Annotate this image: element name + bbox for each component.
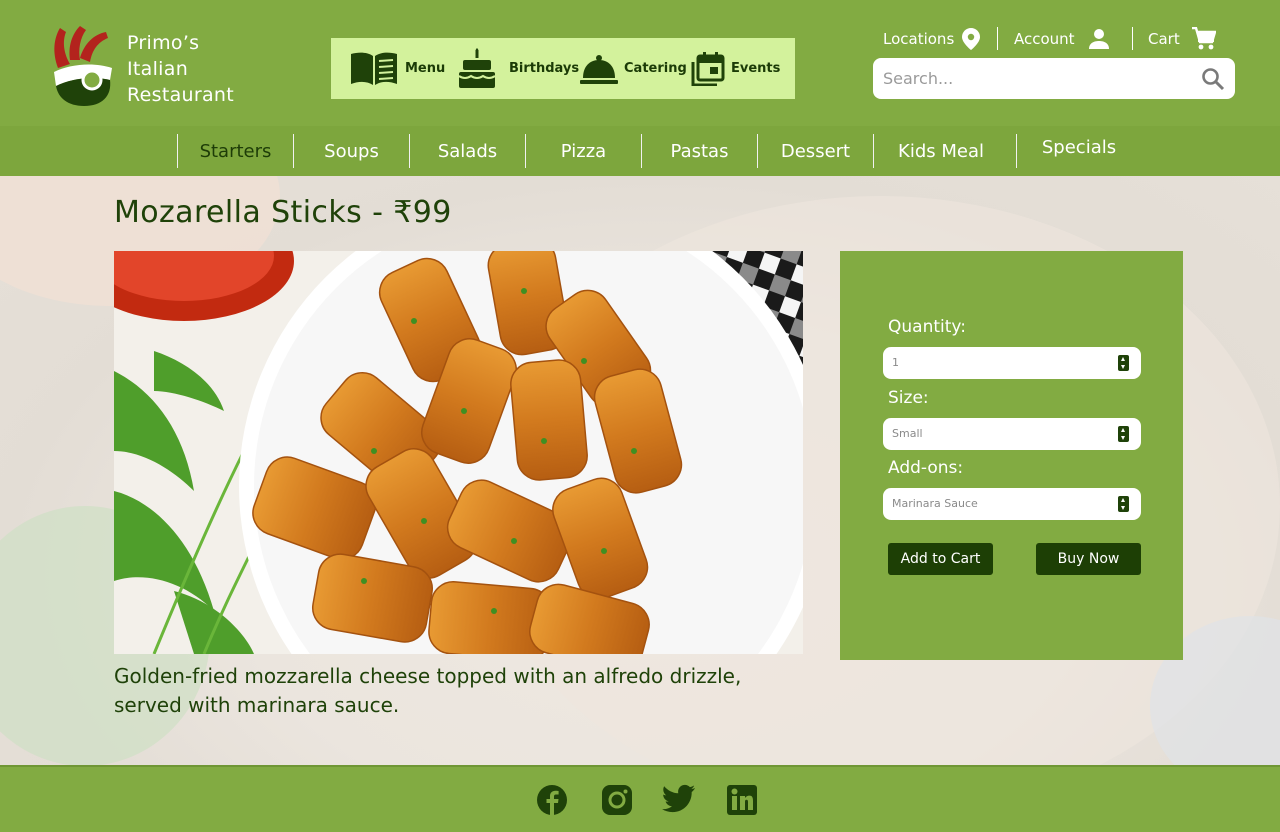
product-photo xyxy=(114,251,803,654)
user-icon xyxy=(1088,29,1109,49)
size-value: Small xyxy=(892,427,923,440)
toplinks-divider xyxy=(1132,27,1133,50)
cart-icon xyxy=(1191,27,1216,50)
category-nav: Starters Soups Salads Pizza Pastas Desse… xyxy=(0,126,1280,176)
category-dessert[interactable]: Dessert xyxy=(758,134,873,168)
quicknav-catering[interactable]: Catering xyxy=(580,38,687,99)
category-salads[interactable]: Salads xyxy=(410,134,525,168)
account-label: Account xyxy=(1014,30,1075,48)
quicknav-events-label: Events xyxy=(731,61,781,76)
twitter-icon[interactable] xyxy=(662,784,696,814)
quicknav-birthdays[interactable]: Birthdays xyxy=(457,38,579,99)
search-bar xyxy=(873,58,1235,99)
size-select[interactable]: Small xyxy=(883,418,1141,450)
locations-link[interactable]: Locations xyxy=(883,24,981,54)
addons-select[interactable]: Marinara Sauce xyxy=(883,488,1141,520)
restaurant-logo[interactable] xyxy=(50,24,116,110)
quicknav-menu[interactable]: Menu xyxy=(349,38,445,99)
category-pizza[interactable]: Pizza xyxy=(526,134,641,168)
site-footer xyxy=(0,765,1280,832)
toplinks-divider xyxy=(997,27,998,50)
brand-line-2: Italian xyxy=(127,58,189,80)
cart-link[interactable]: Cart xyxy=(1148,24,1216,54)
instagram-icon[interactable] xyxy=(601,784,633,816)
addons-spinner-icon[interactable] xyxy=(1118,496,1129,512)
facebook-icon[interactable] xyxy=(536,784,568,816)
product-title: Mozarella Sticks - ₹99 xyxy=(114,195,452,230)
category-specials[interactable]: Specials xyxy=(1017,130,1141,164)
site-header: Primo’s Italian Restaurant Menu Birthday… xyxy=(0,0,1280,126)
size-spinner-icon[interactable] xyxy=(1118,426,1129,442)
category-kids-meal[interactable]: Kids Meal xyxy=(874,134,1008,168)
size-label: Size: xyxy=(888,388,929,408)
cart-label: Cart xyxy=(1148,30,1180,48)
linkedin-icon[interactable] xyxy=(726,784,758,816)
buy-now-button[interactable]: Buy Now xyxy=(1036,543,1141,575)
quicknav-menu-label: Menu xyxy=(405,61,446,76)
quantity-select[interactable]: 1 xyxy=(883,347,1141,379)
quicknav-catering-label: Catering xyxy=(624,61,687,76)
brand-line-3: Restaurant xyxy=(127,84,235,106)
menu-book-icon xyxy=(351,52,397,85)
search-input[interactable] xyxy=(883,58,1193,99)
quantity-value: 1 xyxy=(892,356,899,369)
category-pastas[interactable]: Pastas xyxy=(642,134,757,168)
add-to-cart-button[interactable]: Add to Cart xyxy=(888,543,993,575)
quantity-label: Quantity: xyxy=(888,317,966,337)
category-soups[interactable]: Soups xyxy=(294,134,409,168)
brand-name[interactable]: Primo’s Italian Restaurant xyxy=(127,30,234,108)
quantity-spinner-icon[interactable] xyxy=(1118,355,1129,371)
addons-value: Marinara Sauce xyxy=(892,497,978,510)
account-link[interactable]: Account xyxy=(1014,24,1109,54)
quicknav-events[interactable]: Events xyxy=(691,38,780,99)
locations-label: Locations xyxy=(883,30,955,48)
brand-line-1: Primo’s xyxy=(127,32,200,54)
location-pin-icon xyxy=(962,28,981,50)
order-panel: Quantity: 1 Size: Small Add-ons: Marinar… xyxy=(840,251,1183,660)
addons-label: Add-ons: xyxy=(888,458,964,478)
category-starters[interactable]: Starters xyxy=(178,134,293,168)
quicknav-birthdays-label: Birthdays xyxy=(509,61,580,76)
product-description: Golden-fried mozzarella cheese topped wi… xyxy=(114,664,742,717)
cake-icon xyxy=(458,47,496,88)
calendar-icon xyxy=(691,51,725,86)
cloche-icon xyxy=(580,54,618,84)
quick-nav: Menu Birthdays Catering Events xyxy=(331,38,795,99)
search-icon[interactable] xyxy=(1201,67,1225,91)
